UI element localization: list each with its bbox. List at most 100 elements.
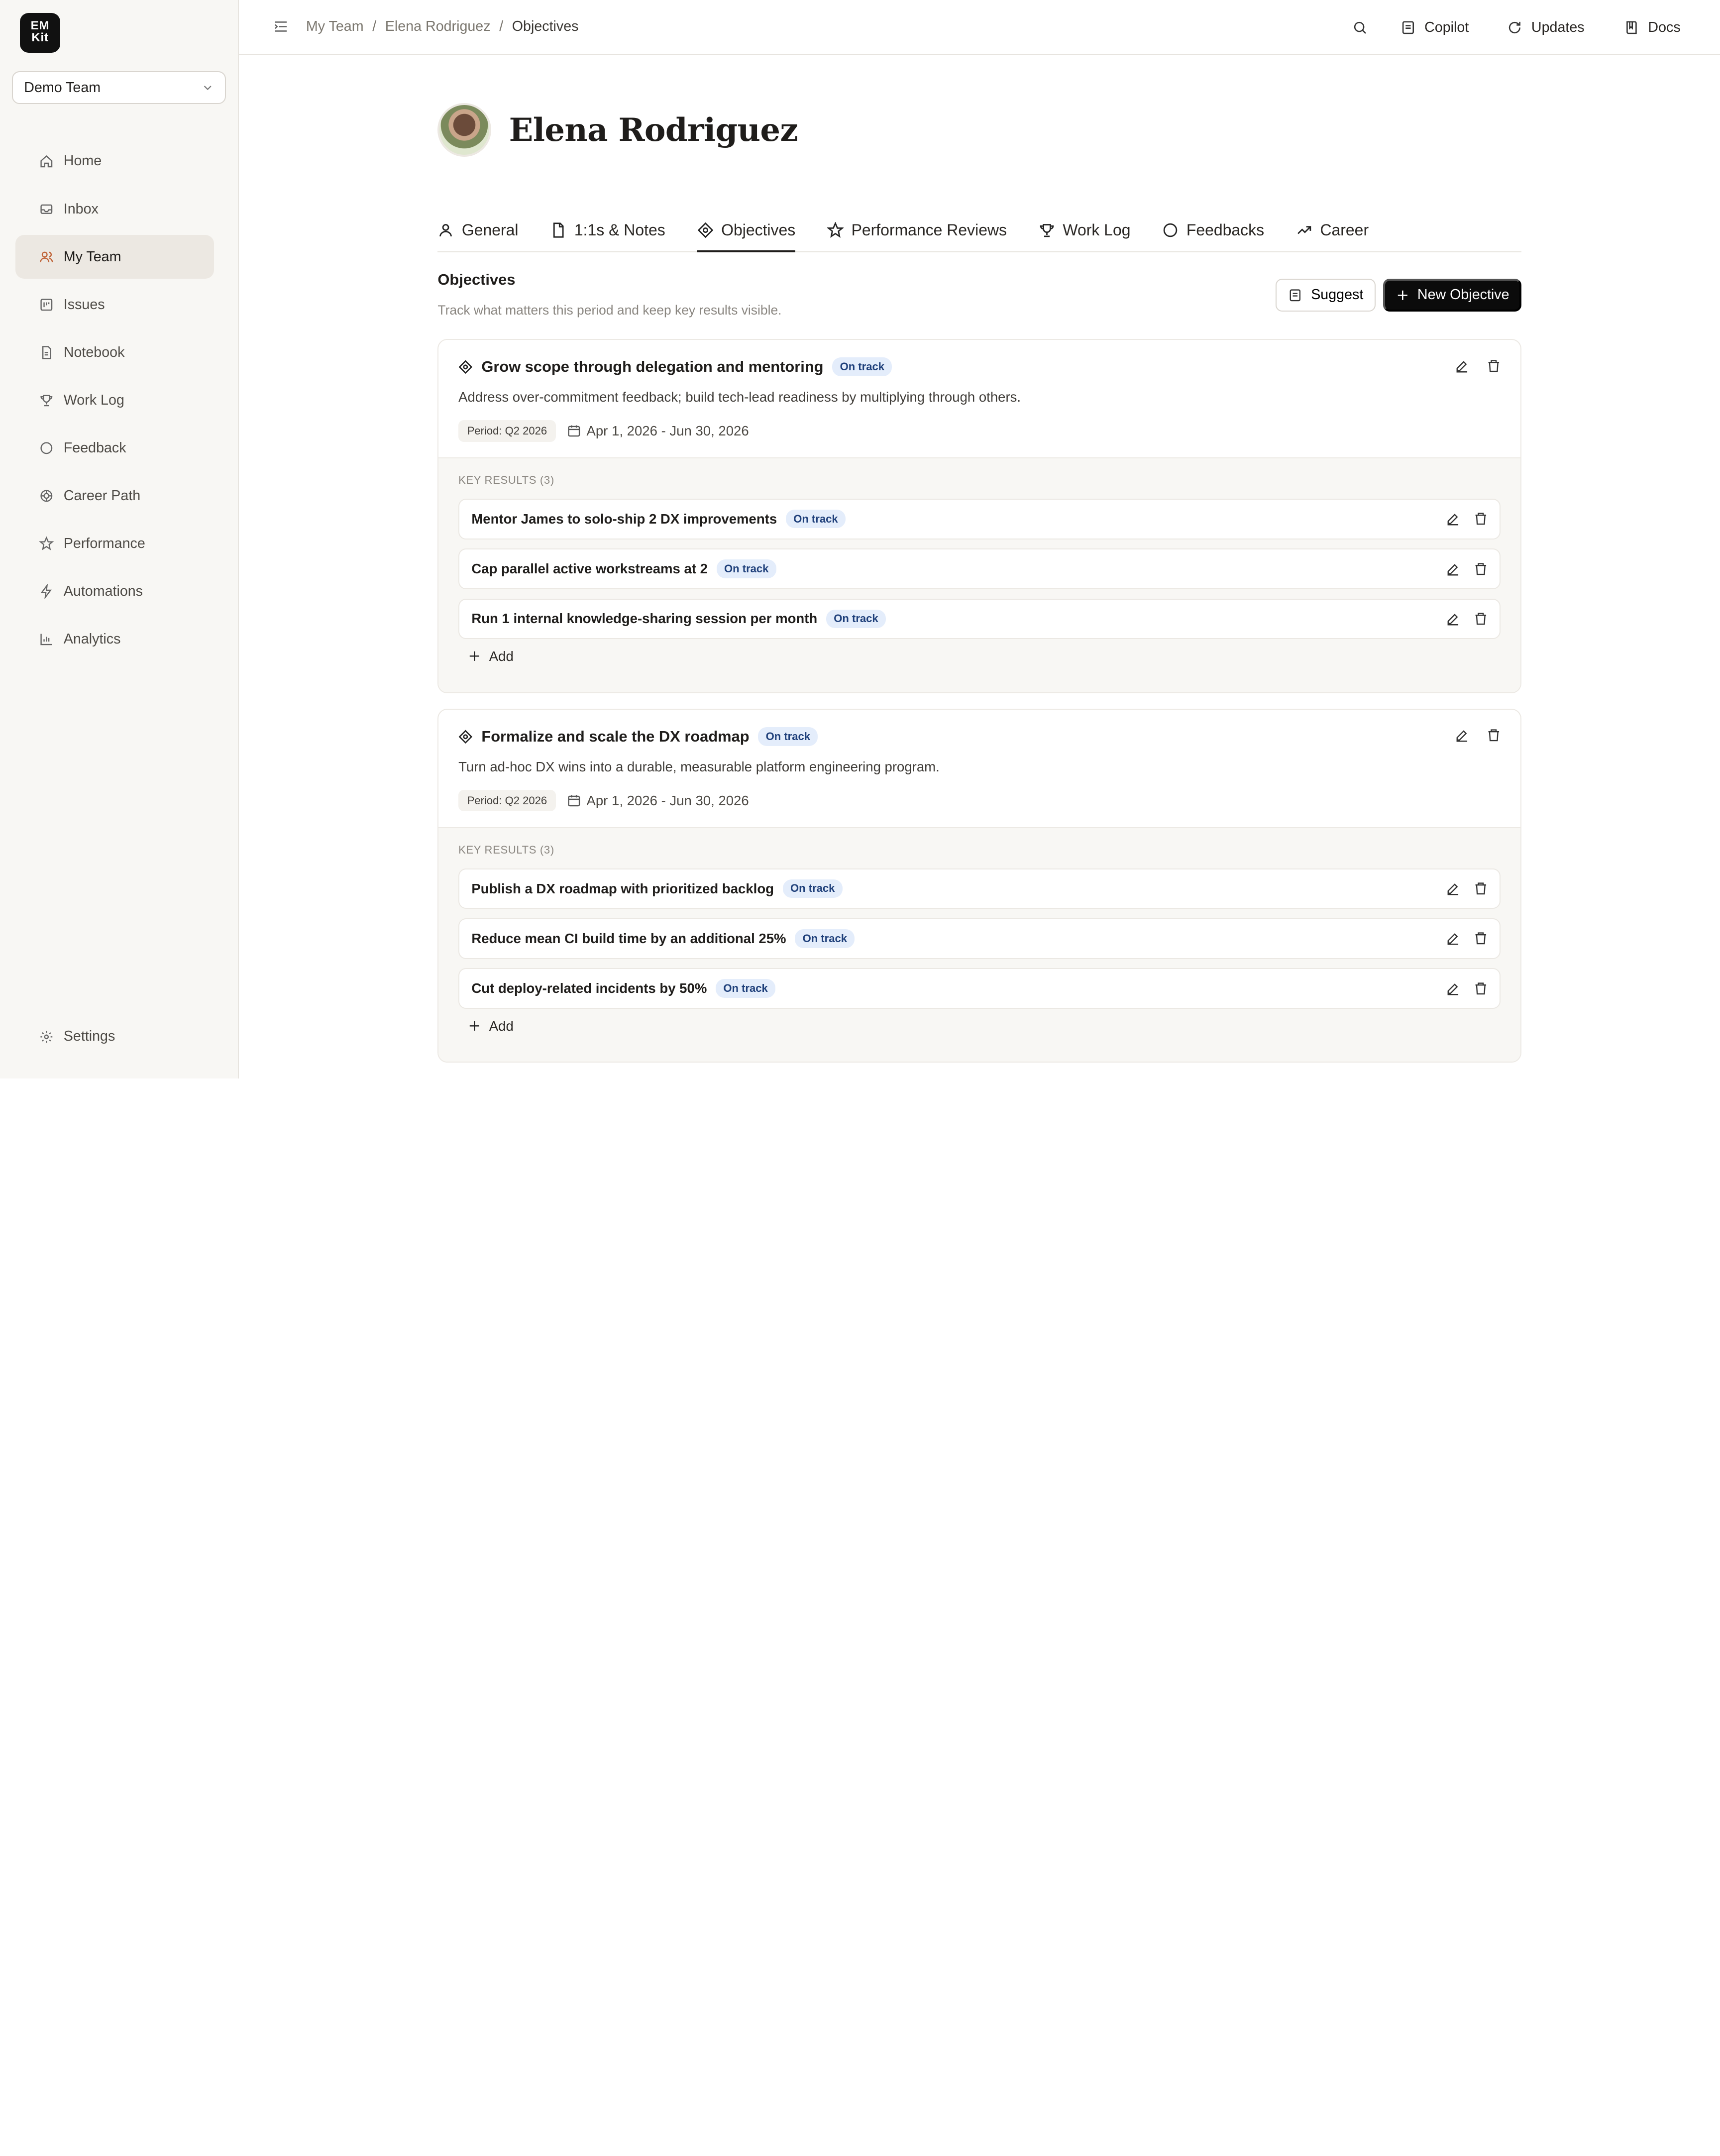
trash-icon[interactable]: [1474, 881, 1488, 896]
gear-icon: [40, 1030, 53, 1043]
suggest-button[interactable]: Suggest: [1276, 278, 1376, 312]
key-result-actions: [1446, 931, 1488, 946]
tab-feedbacks[interactable]: Feedbacks: [1162, 210, 1264, 251]
sidebar-item-settings[interactable]: Settings: [15, 1015, 214, 1059]
key-result-row[interactable]: Mentor James to solo-ship 2 DX improveme…: [458, 498, 1501, 539]
chart-icon: [40, 634, 52, 646]
trophy-icon: [40, 395, 53, 407]
objective-card: Formalize and scale the DX roadmap On tr…: [437, 708, 1522, 1063]
book-icon: [1626, 21, 1637, 34]
sidebar-item-my-team[interactable]: My Team: [15, 235, 214, 279]
tab-performance-reviews[interactable]: Performance Reviews: [827, 210, 1007, 251]
sidebar-item-label: Work Log: [63, 392, 124, 408]
edit-icon[interactable]: [1446, 881, 1460, 896]
key-result-row[interactable]: Cut deploy-related incidents by 50% On t…: [458, 968, 1501, 1009]
sidebar-item-label: My Team: [63, 248, 121, 265]
add-key-result-button[interactable]: Add: [458, 1018, 1501, 1034]
trash-icon[interactable]: [1487, 359, 1501, 373]
tab-1on1s-notes[interactable]: 1:1s & Notes: [550, 210, 665, 251]
docs-button[interactable]: Docs: [1624, 19, 1681, 36]
updates-label: Updates: [1531, 19, 1585, 35]
objective-meta: Period: Q2 2026 Apr 1, 2026 - Jun 30, 20…: [458, 789, 749, 812]
search-button[interactable]: [1352, 20, 1368, 35]
edit-icon[interactable]: [1446, 562, 1460, 576]
tab-career[interactable]: Career: [1296, 210, 1369, 251]
docs-label: Docs: [1648, 19, 1681, 35]
breadcrumb-my-team[interactable]: My Team: [306, 18, 364, 35]
key-results-section: KEY RESULTS (3) Publish a DX roadmap wit…: [438, 827, 1521, 1062]
breadcrumb-person[interactable]: Elena Rodriguez: [385, 18, 491, 35]
sidebar-item-home[interactable]: Home: [15, 139, 214, 183]
plus-icon: [469, 651, 479, 661]
sidebar-item-feedback[interactable]: Feedback: [15, 426, 214, 470]
sidebar-item-label: Automations: [63, 583, 143, 600]
add-key-result-button[interactable]: Add: [458, 648, 1501, 664]
objective-title[interactable]: Formalize and scale the DX roadmap: [481, 728, 749, 746]
trash-icon[interactable]: [1474, 562, 1488, 576]
edit-icon[interactable]: [1446, 612, 1460, 626]
chat-icon: [1164, 223, 1178, 237]
period-badge: Period: Q2 2026: [458, 420, 556, 442]
key-results-label: KEY RESULTS (3): [458, 473, 554, 486]
objective-description: Turn ad-hoc DX wins into a durable, meas…: [458, 759, 940, 775]
sidebar-item-issues[interactable]: Issues: [15, 283, 214, 326]
status-badge: On track: [832, 357, 892, 376]
bolt-icon: [40, 584, 52, 599]
team-select[interactable]: Demo Team: [12, 71, 226, 105]
key-result-text: Publish a DX roadmap with prioritized ba…: [471, 880, 774, 896]
edit-icon[interactable]: [1446, 981, 1460, 996]
target-icon: [458, 730, 473, 744]
trash-icon[interactable]: [1474, 512, 1488, 526]
edit-icon[interactable]: [1446, 931, 1460, 946]
edit-icon[interactable]: [1446, 512, 1460, 526]
new-objective-button[interactable]: New Objective: [1383, 278, 1522, 312]
breadcrumb-separator: /: [372, 18, 377, 35]
new-objective-label: New Objective: [1417, 287, 1509, 303]
updates-button[interactable]: Updates: [1507, 19, 1585, 36]
objective-title[interactable]: Grow scope through delegation and mentor…: [481, 358, 823, 376]
trash-icon[interactable]: [1474, 612, 1488, 626]
sidebar: EMKit Demo Team Home Inbox My Team Issu: [0, 0, 239, 1078]
top-actions: Copilot Updates Docs: [1352, 0, 1720, 55]
key-result-actions: [1446, 562, 1488, 576]
sidebar-item-automations[interactable]: Automations: [15, 570, 214, 614]
sidebar-item-performance[interactable]: Performance: [15, 522, 214, 566]
key-result-row[interactable]: Cap parallel active workstreams at 2 On …: [458, 548, 1501, 589]
key-result-row[interactable]: Publish a DX roadmap with prioritized ba…: [458, 868, 1501, 909]
target-icon: [458, 360, 473, 374]
key-result-text: Cut deploy-related incidents by 50%: [471, 980, 707, 996]
breadcrumb: My Team / Elena Rodriguez / Objectives: [306, 18, 579, 35]
tab-work-log[interactable]: Work Log: [1039, 210, 1130, 251]
key-result-text: Run 1 internal knowledge-sharing session…: [471, 611, 818, 627]
trash-icon[interactable]: [1474, 931, 1488, 946]
sidebar-item-work-log[interactable]: Work Log: [15, 378, 214, 422]
copilot-button[interactable]: Copilot: [1400, 19, 1469, 36]
key-result-row[interactable]: Reduce mean CI build time by an addition…: [458, 918, 1501, 959]
suggest-label: Suggest: [1311, 287, 1364, 303]
objective-actions: [1455, 359, 1501, 373]
key-results-label: KEY RESULTS (3): [458, 843, 554, 856]
sidebar-item-notebook[interactable]: Notebook: [15, 330, 214, 374]
edit-icon[interactable]: [1455, 359, 1469, 373]
career-icon: [40, 490, 53, 502]
notebook-icon: [42, 346, 52, 359]
sidebar-toggle-icon[interactable]: [273, 18, 289, 38]
sidebar-item-career-path[interactable]: Career Path: [15, 474, 214, 518]
sidebar-item-analytics[interactable]: Analytics: [15, 618, 214, 661]
status-badge: On track: [758, 727, 818, 746]
objective-actions: [1455, 728, 1501, 743]
tab-objectives[interactable]: Objectives: [697, 210, 795, 252]
copilot-label: Copilot: [1424, 19, 1469, 35]
key-result-row[interactable]: Run 1 internal knowledge-sharing session…: [458, 598, 1501, 640]
tab-label: Feedbacks: [1186, 221, 1265, 239]
trash-icon[interactable]: [1487, 728, 1501, 743]
tab-general[interactable]: General: [437, 210, 519, 251]
tab-label: 1:1s & Notes: [574, 221, 665, 239]
app-logo[interactable]: EM Kit: [19, 13, 61, 53]
refresh-icon: [1509, 21, 1521, 33]
edit-icon[interactable]: [1455, 728, 1469, 743]
tab-label: Performance Reviews: [851, 221, 1007, 239]
sidebar-item-inbox[interactable]: Inbox: [15, 187, 214, 231]
status-badge: On track: [785, 510, 846, 529]
trash-icon[interactable]: [1474, 981, 1488, 996]
